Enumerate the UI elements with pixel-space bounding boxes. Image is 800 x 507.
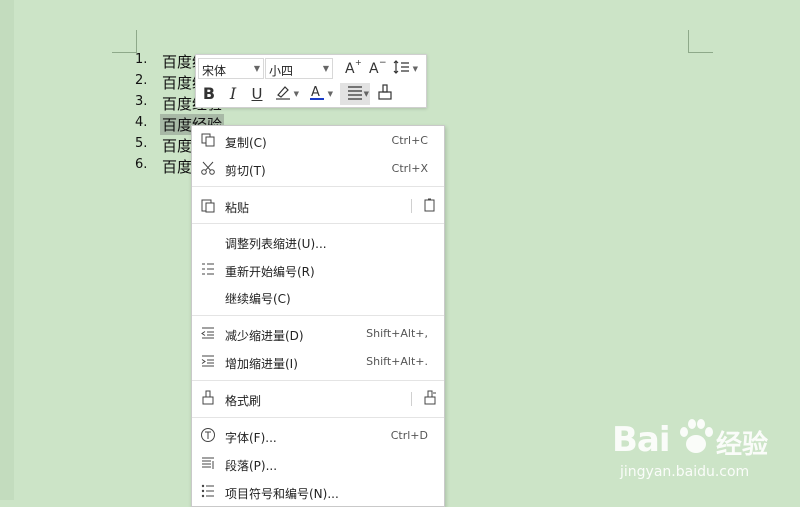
list-number: 6. bbox=[135, 157, 148, 172]
chevron-down-icon: ▼ bbox=[293, 90, 299, 98]
paste-icon bbox=[200, 197, 216, 213]
svg-text:−: − bbox=[379, 58, 386, 68]
chevron-down-icon: ▼ bbox=[327, 90, 333, 98]
menu-item-label: 格式刷 bbox=[225, 394, 262, 408]
chevron-down-icon: ▼ bbox=[253, 64, 260, 73]
menu-item-shortcut: Ctrl+X bbox=[391, 162, 428, 175]
paste-options-icon[interactable] bbox=[422, 197, 438, 213]
menu-item-bullets-numbering[interactable]: 项目符号和编号(N)... bbox=[192, 479, 444, 505]
italic-icon: I bbox=[229, 84, 237, 103]
menu-item-label: 段落(P)... bbox=[225, 459, 278, 473]
menu-item-label: 复制(C) bbox=[225, 136, 267, 150]
chevron-down-icon: ▼ bbox=[322, 64, 329, 73]
menu-separator bbox=[192, 380, 444, 381]
watermark-url: jingyan.baidu.com bbox=[620, 464, 750, 480]
svg-text:A: A bbox=[345, 61, 355, 76]
paw-icon bbox=[680, 419, 713, 453]
format-painter-lock-icon[interactable] bbox=[422, 390, 438, 406]
watermark-brand: Bai bbox=[612, 420, 671, 460]
menu-item-label: 继续编号(C) bbox=[225, 292, 291, 306]
menu-item-label: 减少缩进量(D) bbox=[225, 329, 304, 343]
menu-item-paragraph[interactable]: 段落(P)... bbox=[192, 451, 444, 477]
grow-font-button[interactable]: A + bbox=[342, 58, 364, 80]
line-spacing-icon bbox=[393, 60, 409, 74]
menu-item-shortcut: Ctrl+D bbox=[390, 429, 428, 442]
shrink-font-button[interactable]: A − bbox=[366, 58, 388, 80]
list-number: 4. bbox=[135, 115, 148, 130]
scissors-icon bbox=[200, 160, 216, 176]
menu-item-continue-numbering[interactable]: 继续编号(C) bbox=[192, 284, 444, 310]
font-color-button[interactable]: A ▼ bbox=[306, 83, 333, 105]
format-painter-icon bbox=[378, 84, 392, 100]
menu-item-label: 剪切(T) bbox=[225, 164, 266, 178]
format-painter-button[interactable] bbox=[374, 83, 396, 105]
menu-separator bbox=[192, 223, 444, 224]
watermark-cn: 经验 bbox=[716, 430, 769, 460]
svg-text:+: + bbox=[355, 58, 362, 67]
chevron-down-icon: ▼ bbox=[412, 65, 418, 73]
menu-item-label: 调整列表缩进(U)... bbox=[225, 237, 327, 251]
format-painter-icon bbox=[200, 390, 216, 406]
margin-corner-top-right bbox=[688, 30, 713, 53]
grow-font-icon: A + bbox=[345, 58, 362, 77]
menu-item-adjust-list-indent[interactable]: 调整列表缩进(U)... bbox=[192, 229, 444, 255]
menu-item-format-painter[interactable]: 格式刷 bbox=[192, 386, 444, 412]
list-number: 3. bbox=[135, 94, 148, 109]
copy-icon bbox=[200, 132, 216, 148]
menu-item-shortcut: Ctrl+C bbox=[391, 134, 428, 147]
chevron-down-icon: ▼ bbox=[363, 90, 369, 98]
align-icon bbox=[348, 86, 362, 100]
svg-text:A: A bbox=[311, 85, 320, 100]
baidu-jingyan-watermark: Bai 经验 jingyan.baidu.com bbox=[612, 412, 792, 492]
menu-item-shortcut: Shift+Alt+, bbox=[366, 327, 428, 340]
line-spacing-button[interactable]: ▼ bbox=[391, 58, 418, 80]
menu-separator bbox=[192, 417, 444, 418]
list-number: 5. bbox=[135, 136, 148, 151]
page-left-margin bbox=[0, 0, 14, 500]
font-name-combo[interactable]: 宋体 ▼ bbox=[198, 58, 264, 79]
menu-item-copy[interactable]: 复制(C) Ctrl+C bbox=[192, 128, 444, 154]
underline-icon: U bbox=[251, 85, 263, 103]
highlight-icon bbox=[276, 86, 290, 100]
menu-item-label: 增加缩进量(I) bbox=[225, 357, 298, 371]
menu-item-label: 粘贴 bbox=[225, 201, 250, 215]
font-name-value: 宋体 bbox=[202, 64, 227, 78]
italic-button[interactable]: I bbox=[222, 83, 244, 105]
list-number: 2. bbox=[135, 73, 148, 88]
increase-indent-icon bbox=[200, 353, 216, 369]
menu-item-paste[interactable]: 粘贴 bbox=[192, 193, 444, 219]
shrink-font-icon: A − bbox=[369, 58, 387, 77]
menu-item-cut[interactable]: 剪切(T) Ctrl+X bbox=[192, 156, 444, 182]
menu-item-font[interactable]: 字体(F)... Ctrl+D bbox=[192, 423, 444, 449]
font-color-icon: A bbox=[310, 85, 324, 100]
menu-separator bbox=[192, 315, 444, 316]
align-button[interactable]: ▼ bbox=[340, 83, 370, 105]
bullets-numbering-icon bbox=[200, 483, 216, 499]
underline-button[interactable]: U bbox=[246, 83, 268, 105]
context-menu: 复制(C) Ctrl+C 剪切(T) Ctrl+X 粘贴 调整列表缩进(U)..… bbox=[191, 125, 445, 507]
font-size-combo[interactable]: 小四 ▼ bbox=[265, 58, 333, 79]
list-number: 1. bbox=[135, 52, 148, 67]
menu-item-label: 字体(F)... bbox=[225, 431, 277, 445]
paragraph-icon bbox=[200, 455, 216, 471]
font-icon bbox=[200, 427, 216, 443]
font-size-value: 小四 bbox=[269, 64, 294, 78]
menu-item-label: 重新开始编号(R) bbox=[225, 265, 315, 279]
menu-item-increase-indent[interactable]: 增加缩进量(I) Shift+Alt+. bbox=[192, 349, 444, 375]
menu-item-decrease-indent[interactable]: 减少缩进量(D) Shift+Alt+, bbox=[192, 321, 444, 347]
restart-numbering-icon bbox=[200, 261, 216, 277]
svg-text:A: A bbox=[369, 61, 379, 76]
menu-item-label: 项目符号和编号(N)... bbox=[225, 487, 339, 501]
menu-item-divider bbox=[411, 392, 412, 406]
menu-separator bbox=[192, 186, 444, 187]
decrease-indent-icon bbox=[200, 325, 216, 341]
mini-format-toolbar: 宋体 ▼ 小四 ▼ A + A − ▼ B I U ▼ A ▼ ▼ bbox=[195, 54, 427, 108]
margin-corner-top-left bbox=[112, 30, 137, 53]
menu-item-divider bbox=[411, 199, 412, 213]
menu-item-shortcut: Shift+Alt+. bbox=[366, 355, 428, 368]
bold-button[interactable]: B bbox=[198, 83, 220, 105]
highlight-button[interactable]: ▼ bbox=[272, 83, 299, 105]
bold-icon: B bbox=[202, 84, 216, 103]
menu-item-restart-numbering[interactable]: 重新开始编号(R) bbox=[192, 257, 444, 283]
